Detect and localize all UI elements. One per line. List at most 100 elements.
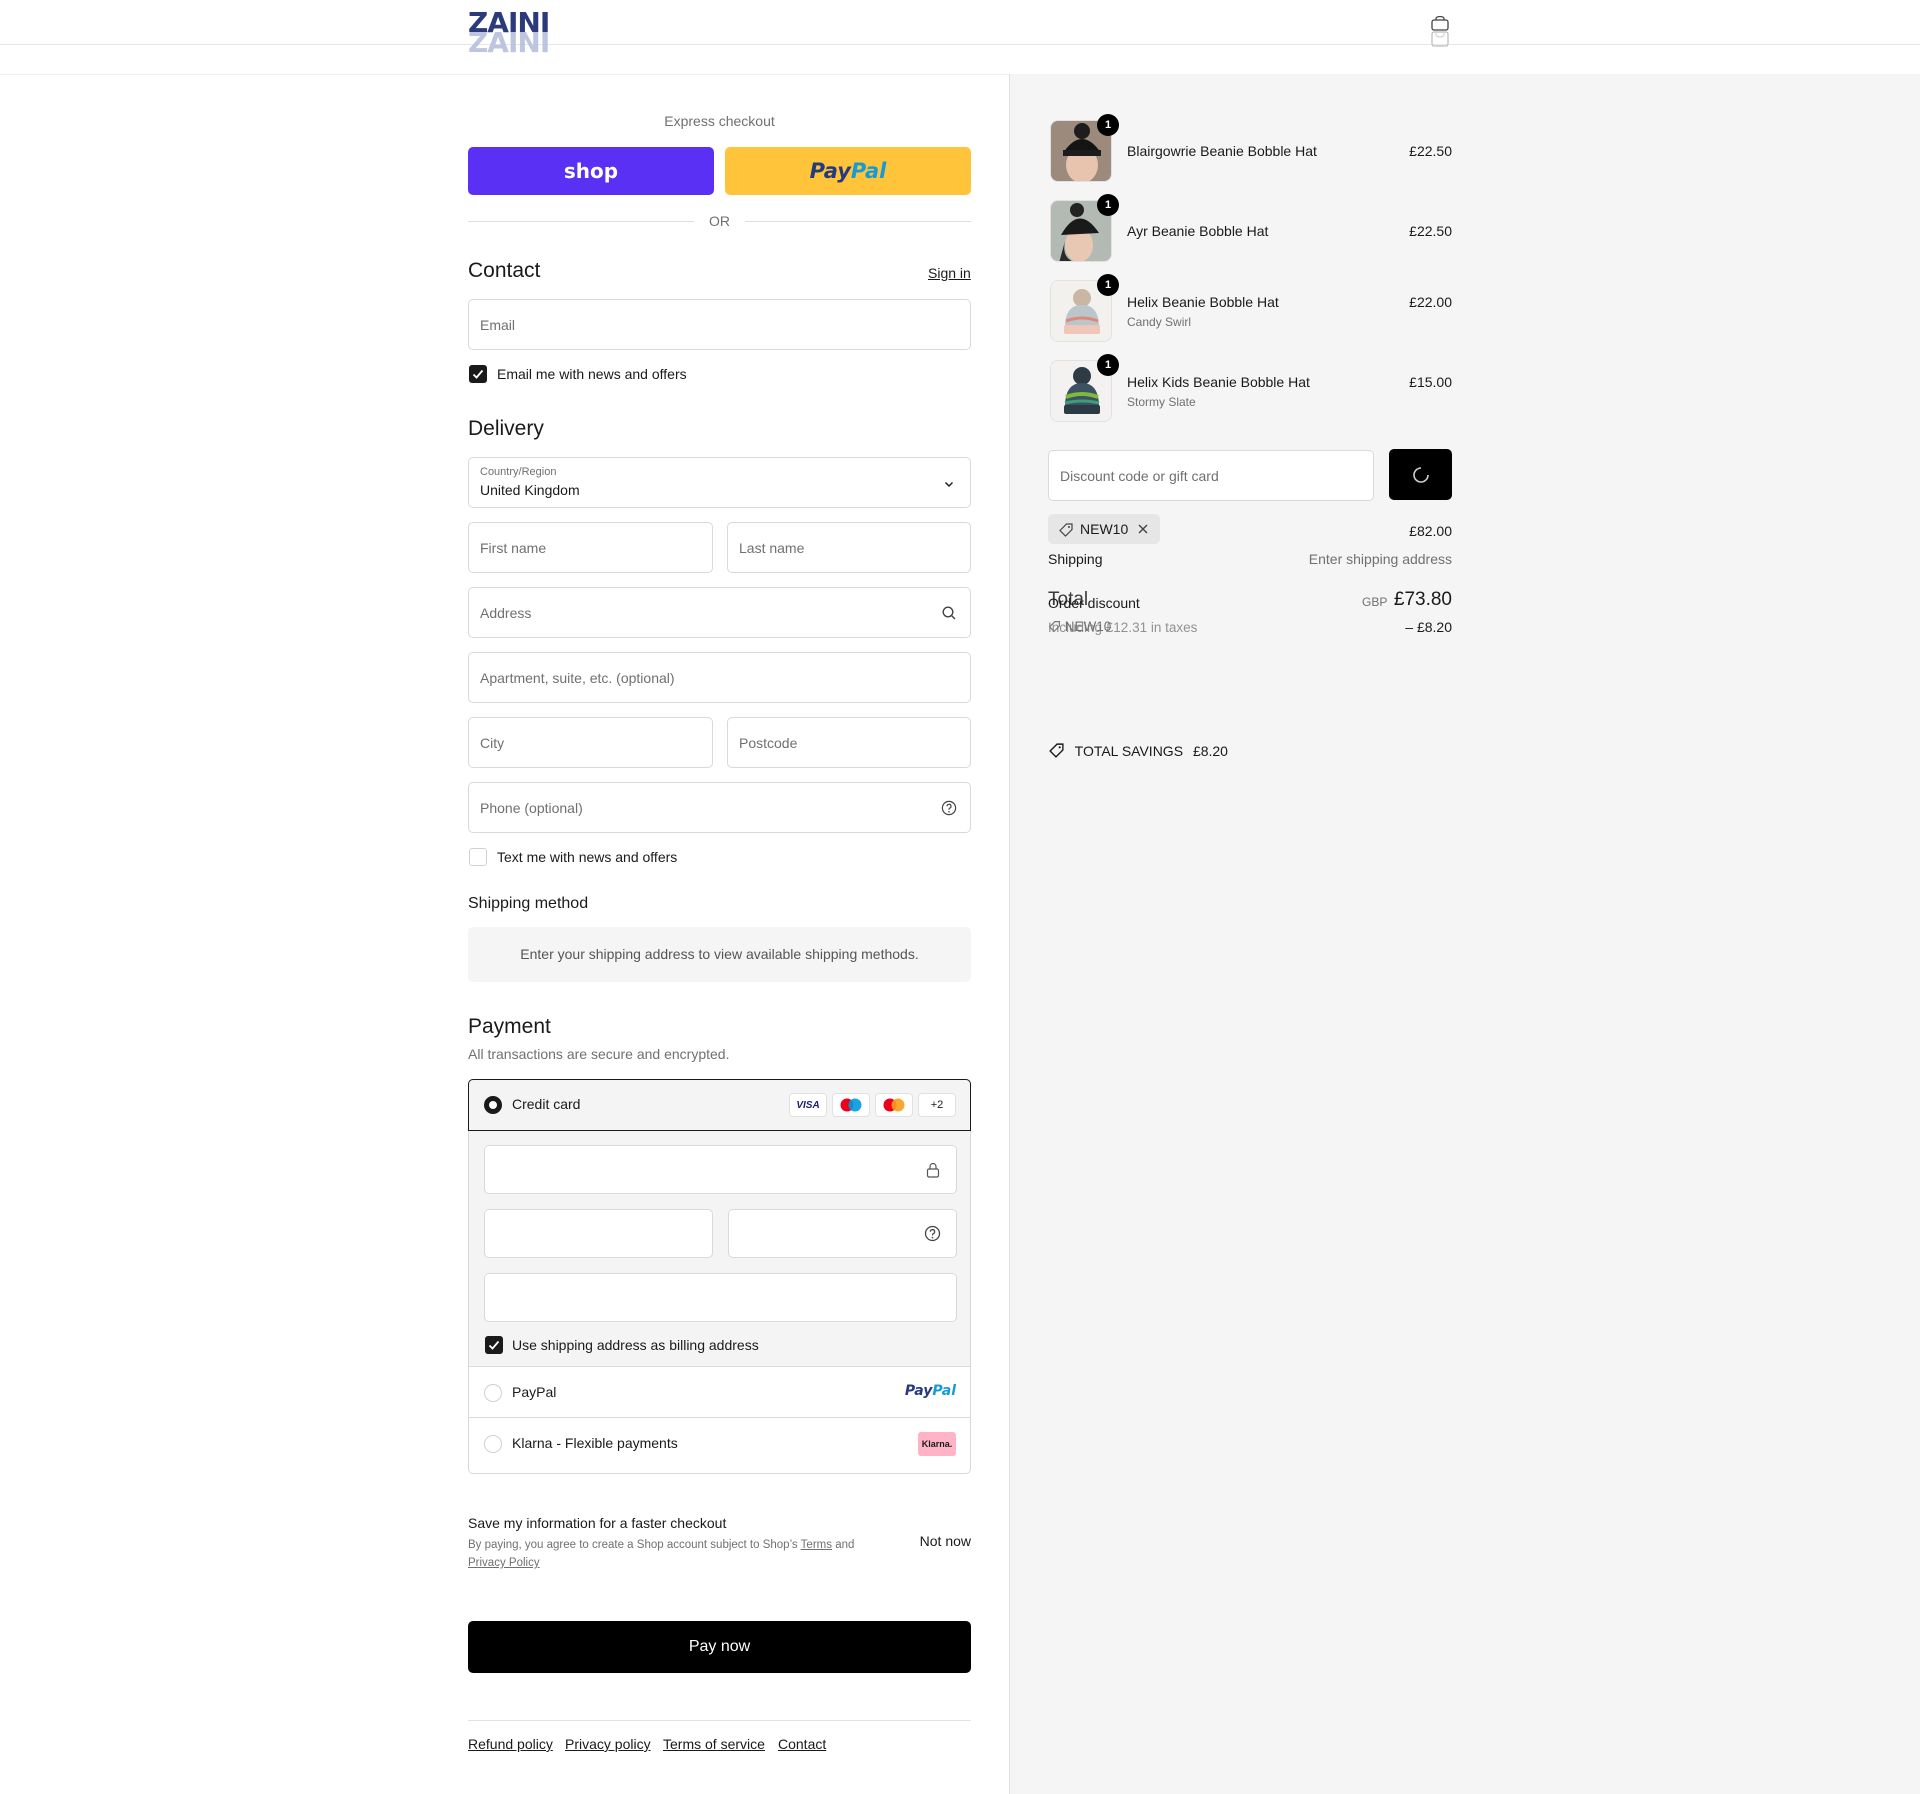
paypal-label-pay: Pay bbox=[809, 159, 851, 183]
discount-placeholder: Discount code or gift card bbox=[1060, 468, 1219, 484]
legal-and: and bbox=[835, 1539, 855, 1551]
maestro-logo bbox=[840, 1098, 862, 1112]
refund-policy-link[interactable]: Refund policy bbox=[468, 1736, 553, 1752]
city-field[interactable]: City bbox=[468, 717, 713, 768]
postcode-placeholder: Postcode bbox=[739, 735, 798, 751]
legal-text: By paying, you agree to create a Shop ac… bbox=[468, 1539, 798, 1551]
email-news-checkbox[interactable] bbox=[469, 365, 487, 383]
paypal-option[interactable]: PayPal PayPal bbox=[469, 1368, 970, 1418]
shipping-value: Enter shipping address bbox=[1308, 551, 1452, 567]
logo-text: ZAINI bbox=[468, 12, 550, 34]
item-price: £22.50 bbox=[1409, 223, 1452, 239]
quantity-badge: 1 bbox=[1097, 354, 1119, 376]
discount-code-label: NEW10 bbox=[1080, 521, 1129, 537]
item-name: Ayr Beanie Bobble Hat bbox=[1127, 223, 1269, 239]
help-icon[interactable] bbox=[941, 800, 957, 816]
contact-link[interactable]: Contact bbox=[778, 1736, 826, 1752]
not-now-button[interactable]: Not now bbox=[908, 1533, 971, 1549]
security-code-field[interactable] bbox=[728, 1209, 957, 1258]
shipping-notice: Enter your shipping address to view avai… bbox=[468, 927, 971, 982]
phone-placeholder: Phone (optional) bbox=[480, 800, 583, 816]
last-name-placeholder: Last name bbox=[739, 540, 805, 556]
visa-icon: VISA bbox=[789, 1093, 827, 1117]
klarna-option[interactable]: Klarna - Flexible payments Klarna. bbox=[469, 1419, 970, 1473]
city-placeholder: City bbox=[480, 735, 505, 751]
privacy-policy-link[interactable]: Privacy policy bbox=[565, 1736, 651, 1752]
item-price: £22.50 bbox=[1409, 143, 1452, 159]
discount-code-field[interactable]: Discount code or gift card bbox=[1048, 450, 1374, 501]
chevron-down-icon bbox=[945, 482, 953, 487]
divider bbox=[468, 221, 694, 222]
postcode-field[interactable]: Postcode bbox=[727, 717, 971, 768]
terms-of-service-link[interactable]: Terms of service bbox=[663, 1736, 765, 1752]
klarna-logo-icon: Klarna. bbox=[918, 1432, 956, 1456]
loading-spinner-icon bbox=[1413, 467, 1429, 483]
first-name-field[interactable]: First name bbox=[468, 522, 713, 573]
or-label: OR bbox=[709, 213, 730, 229]
country-select[interactable]: Country/Region United Kingdom bbox=[468, 457, 971, 508]
quantity-badge: 1 bbox=[1097, 114, 1119, 136]
item-name: Blairgowrie Beanie Bobble Hat bbox=[1127, 143, 1317, 159]
paypal-logo-pay: Pay bbox=[904, 1383, 933, 1399]
item-name: Helix Kids Beanie Bobble Hat bbox=[1127, 374, 1310, 390]
save-info-legal: By paying, you agree to create a Shop ac… bbox=[468, 1536, 888, 1572]
klarna-label: Klarna - Flexible payments bbox=[512, 1435, 678, 1451]
express-checkout-title: Express checkout bbox=[664, 113, 775, 129]
pay-now-label: Pay now bbox=[688, 1638, 751, 1655]
shop-pay-button[interactable]: shop bbox=[468, 147, 714, 195]
name-on-card-field[interactable] bbox=[484, 1273, 957, 1322]
more-cards-badge: +2 bbox=[918, 1093, 956, 1117]
expiry-date-field[interactable] bbox=[484, 1209, 713, 1258]
address-field[interactable]: Address bbox=[468, 587, 971, 638]
billing-address-checkbox[interactable] bbox=[485, 1336, 503, 1354]
paypal-button[interactable]: Pay Pal bbox=[725, 147, 971, 195]
mastercard-logo bbox=[883, 1098, 905, 1112]
sign-in-link[interactable]: Sign in bbox=[928, 265, 971, 281]
total-value: £73.80 bbox=[1393, 589, 1452, 610]
item-price: £22.00 bbox=[1409, 294, 1452, 310]
klarna-radio[interactable] bbox=[484, 1435, 502, 1453]
close-icon[interactable] bbox=[1137, 523, 1149, 535]
currency-code: GBP bbox=[1362, 595, 1388, 609]
help-icon[interactable] bbox=[924, 1225, 941, 1242]
payment-methods: Credit card VISA +2 Use shipping address… bbox=[468, 1079, 971, 1474]
first-name-placeholder: First name bbox=[480, 540, 547, 556]
shop-terms-link[interactable]: Terms bbox=[801, 1539, 832, 1551]
shop-privacy-link[interactable]: Privacy Policy bbox=[468, 1557, 540, 1569]
search-icon bbox=[942, 606, 956, 620]
order-summary bbox=[1009, 74, 1920, 1794]
item-price: £15.00 bbox=[1409, 374, 1452, 390]
lock-icon bbox=[926, 1162, 940, 1178]
credit-card-radio[interactable] bbox=[484, 1096, 502, 1114]
shop-pay-label: shop bbox=[563, 159, 619, 183]
billing-address-label: Use shipping address as billing address bbox=[512, 1337, 759, 1353]
payment-heading: Payment bbox=[468, 1015, 551, 1038]
item-name: Helix Beanie Bobble Hat bbox=[1127, 294, 1279, 310]
save-info-title: Save my information for a faster checkou… bbox=[468, 1515, 727, 1531]
email-field[interactable]: Email bbox=[468, 299, 971, 350]
pay-now-button[interactable]: Pay now bbox=[468, 1621, 971, 1673]
apartment-field[interactable]: Apartment, suite, etc. (optional) bbox=[468, 652, 971, 703]
phone-field[interactable]: Phone (optional) bbox=[468, 782, 971, 833]
tag-icon bbox=[1049, 743, 1064, 758]
text-news-checkbox[interactable] bbox=[469, 848, 487, 866]
contact-heading: Contact bbox=[468, 259, 541, 282]
check-icon bbox=[488, 1340, 500, 1350]
paypal-label-pal: Pal bbox=[850, 159, 887, 183]
item-variant: Stormy Slate bbox=[1127, 395, 1196, 409]
quantity-badge: 1 bbox=[1097, 194, 1119, 216]
text-news-label: Text me with news and offers bbox=[497, 849, 678, 865]
visa-label: VISA bbox=[796, 1099, 820, 1111]
shopping-bag-icon[interactable] bbox=[1430, 16, 1450, 48]
payment-subtitle: All transactions are secure and encrypte… bbox=[468, 1046, 730, 1062]
card-number-field[interactable] bbox=[484, 1145, 957, 1194]
last-name-field[interactable]: Last name bbox=[727, 522, 971, 573]
credit-card-option[interactable]: Credit card VISA +2 bbox=[468, 1079, 971, 1131]
total-savings-value: £8.20 bbox=[1192, 743, 1228, 759]
paypal-radio[interactable] bbox=[484, 1384, 502, 1402]
logo[interactable]: ZAINI ZAINI bbox=[468, 12, 592, 54]
paypal-logo-pal: Pal bbox=[932, 1383, 956, 1399]
country-label: Country/Region bbox=[480, 466, 557, 478]
total-savings: TOTAL SAVINGS £8.20 bbox=[1048, 742, 1228, 759]
apply-discount-button[interactable] bbox=[1389, 449, 1452, 500]
